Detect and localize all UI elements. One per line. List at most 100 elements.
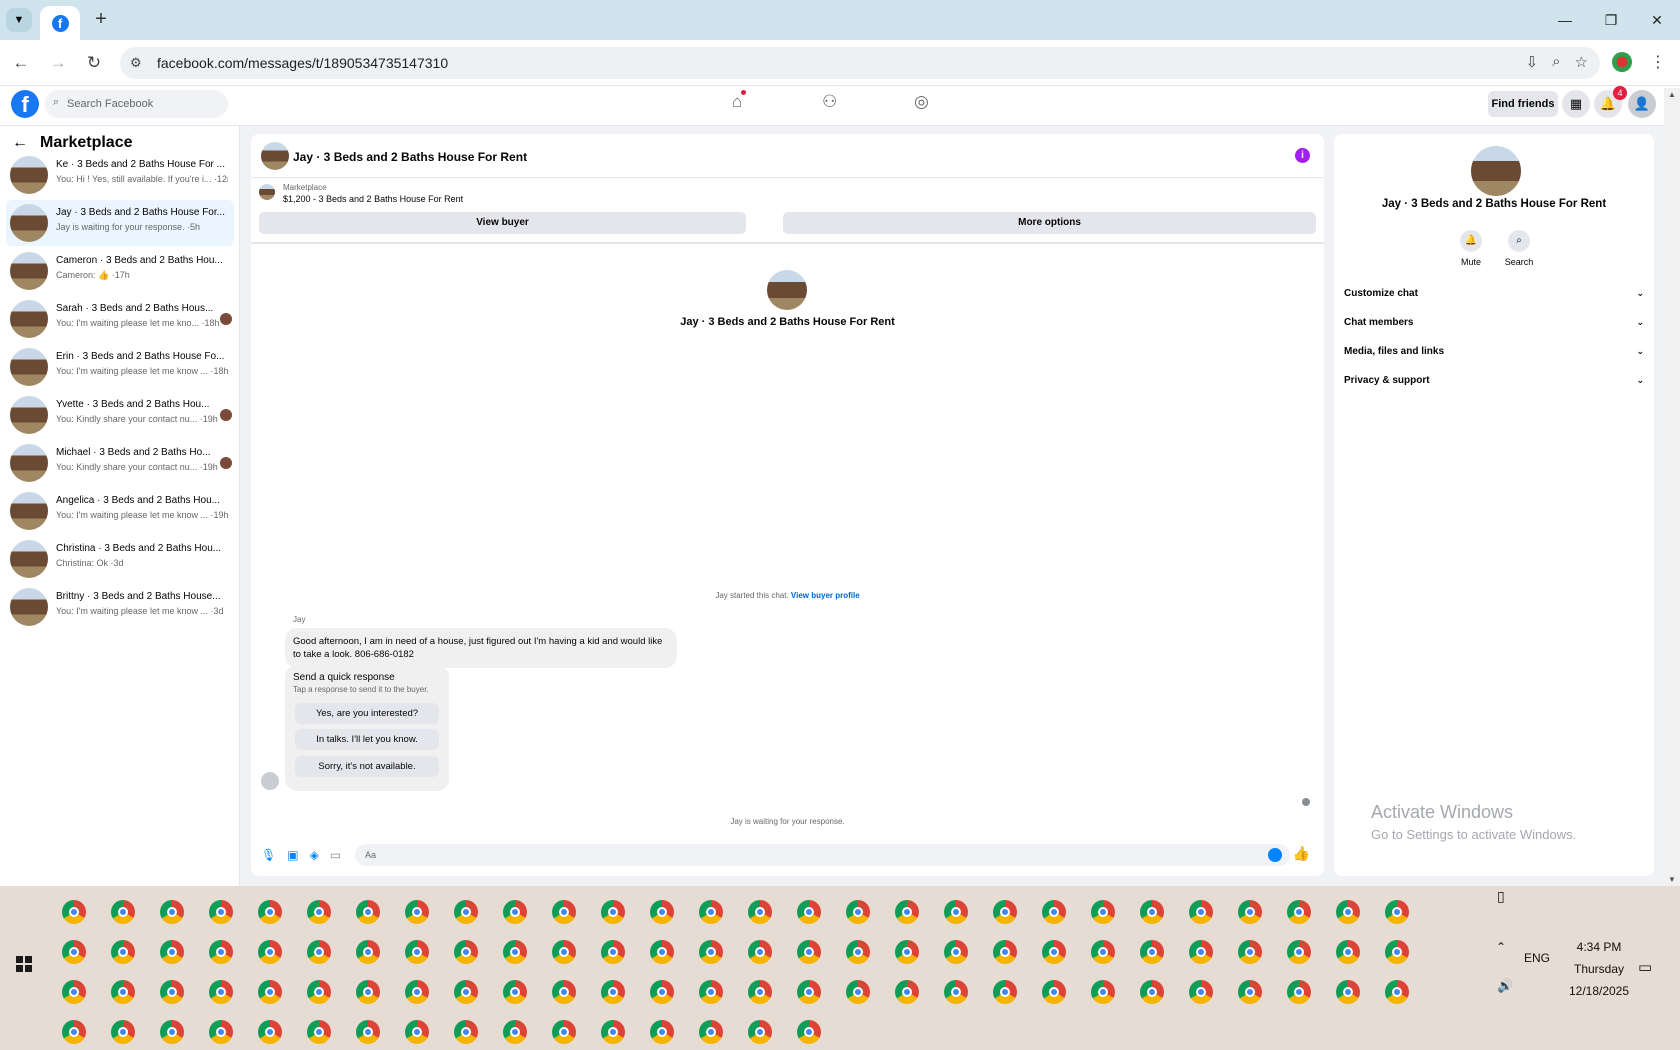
customize-chat-row[interactable]: Customize chat ⌄ — [1344, 288, 1644, 310]
view-buyer-profile-link[interactable]: View buyer profile — [791, 591, 860, 600]
conversation-item[interactable]: Brittny · 3 Beds and 2 Baths House... You… — [6, 584, 234, 630]
chrome-window-icon[interactable] — [993, 900, 1017, 924]
chrome-window-icon[interactable] — [993, 940, 1017, 964]
chrome-window-icon[interactable] — [748, 980, 772, 1004]
conversation-item[interactable]: Jay · 3 Beds and 2 Baths House For... Jay… — [6, 200, 234, 246]
chrome-window-icon[interactable] — [356, 900, 380, 924]
chrome-window-icon[interactable] — [748, 940, 772, 964]
chrome-window-icon[interactable] — [797, 940, 821, 964]
chrome-window-icon[interactable] — [258, 980, 282, 1004]
chrome-window-icon[interactable] — [356, 940, 380, 964]
chat-title[interactable]: Jay · 3 Beds and 2 Baths House For Rent — [293, 150, 527, 164]
clock-date[interactable]: 12/18/2025 — [1556, 984, 1642, 998]
chrome-window-icon[interactable] — [258, 1020, 282, 1044]
site-info-icon[interactable]: ⚙ — [130, 55, 142, 71]
back-button[interactable]: ← — [10, 52, 32, 74]
close-window-button[interactable]: ✕ — [1634, 0, 1680, 40]
chrome-window-icon[interactable] — [503, 940, 527, 964]
account-avatar[interactable]: 👤 — [1628, 90, 1656, 118]
chrome-window-icon[interactable] — [895, 900, 919, 924]
chrome-window-icon[interactable] — [160, 940, 184, 964]
reload-button[interactable]: ↻ — [83, 52, 105, 74]
forward-button[interactable]: → — [47, 52, 69, 74]
chrome-window-icon[interactable] — [748, 900, 772, 924]
chrome-window-icon[interactable] — [601, 940, 625, 964]
clock-time[interactable]: 4:34 PM — [1568, 940, 1630, 954]
chrome-window-icon[interactable] — [699, 900, 723, 924]
install-app-icon[interactable]: ⇩ — [1526, 53, 1539, 71]
chat-members-row[interactable]: Chat members ⌄ — [1344, 317, 1644, 339]
chrome-window-icon[interactable] — [797, 1020, 821, 1044]
chrome-window-icon[interactable] — [503, 980, 527, 1004]
chrome-window-icon[interactable] — [307, 900, 331, 924]
info-avatar[interactable] — [1471, 146, 1521, 196]
chrome-window-icon[interactable] — [111, 980, 135, 1004]
conversation-item[interactable]: Michael · 3 Beds and 2 Baths Ho... You: K… — [6, 440, 234, 486]
chrome-window-icon[interactable] — [1140, 940, 1164, 964]
groups-nav-icon[interactable]: ◎ — [914, 92, 929, 112]
chrome-window-icon[interactable] — [1042, 940, 1066, 964]
more-options-button[interactable]: More options — [783, 212, 1316, 234]
chrome-window-icon[interactable] — [1091, 980, 1115, 1004]
chrome-window-icon[interactable] — [1042, 980, 1066, 1004]
chrome-window-icon[interactable] — [1091, 940, 1115, 964]
chrome-window-icon[interactable] — [797, 980, 821, 1004]
view-buyer-button[interactable]: View buyer — [259, 212, 746, 234]
chrome-window-icon[interactable] — [160, 900, 184, 924]
chrome-window-icon[interactable] — [993, 980, 1017, 1004]
chrome-window-icon[interactable] — [111, 940, 135, 964]
tab-facebook[interactable]: f — [40, 6, 80, 40]
extension-icon[interactable] — [1612, 52, 1632, 72]
chrome-window-icon[interactable] — [1091, 900, 1115, 924]
up-chevron-icon[interactable]: ⌃ — [1496, 940, 1506, 954]
chrome-window-icon[interactable] — [552, 940, 576, 964]
search-in-chat-button[interactable]: ⌕ Search — [1494, 230, 1544, 267]
chrome-window-icon[interactable] — [1042, 900, 1066, 924]
bookmark-star-icon[interactable]: ☆ — [1575, 53, 1588, 71]
chrome-window-icon[interactable] — [944, 900, 968, 924]
chrome-window-icon[interactable] — [1238, 980, 1262, 1004]
chrome-window-icon[interactable] — [454, 1020, 478, 1044]
chrome-window-icon[interactable] — [160, 980, 184, 1004]
quick-response-in-talks[interactable]: In talks. I'll let you know. — [295, 729, 439, 750]
chat-avatar[interactable] — [261, 142, 289, 170]
chrome-window-icon[interactable] — [307, 980, 331, 1004]
chrome-window-icon[interactable] — [1189, 900, 1213, 924]
quick-response-not-available[interactable]: Sorry, it's not available. — [295, 756, 439, 777]
chrome-window-icon[interactable] — [1336, 980, 1360, 1004]
home-nav-icon[interactable]: ⌂ — [732, 90, 747, 112]
conversation-item[interactable]: Yvette · 3 Beds and 2 Baths Hou... You: K… — [6, 392, 234, 438]
conversation-item[interactable]: Erin · 3 Beds and 2 Baths House Fo... You… — [6, 344, 234, 390]
chrome-window-icon[interactable] — [62, 1020, 86, 1044]
chrome-window-icon[interactable] — [1385, 980, 1409, 1004]
chrome-window-icon[interactable] — [1238, 940, 1262, 964]
chrome-window-icon[interactable] — [650, 940, 674, 964]
chrome-window-icon[interactable] — [846, 900, 870, 924]
chrome-window-icon[interactable] — [1385, 940, 1409, 964]
conversation-item[interactable]: Christina · 3 Beds and 2 Baths Hou... Chr… — [6, 536, 234, 582]
quick-response-interested[interactable]: Yes, are you interested? — [295, 703, 439, 724]
chrome-window-icon[interactable] — [503, 1020, 527, 1044]
chrome-window-icon[interactable] — [699, 940, 723, 964]
chrome-window-icon[interactable] — [846, 980, 870, 1004]
page-scrollbar[interactable]: ▲ ▼ — [1664, 88, 1680, 886]
chrome-window-icon[interactable] — [650, 1020, 674, 1044]
chrome-window-icon[interactable] — [1287, 980, 1311, 1004]
chrome-window-icon[interactable] — [62, 900, 86, 924]
facebook-logo[interactable]: f — [11, 90, 39, 118]
chrome-window-icon[interactable] — [62, 980, 86, 1004]
chrome-window-icon[interactable] — [944, 940, 968, 964]
chrome-window-icon[interactable] — [454, 900, 478, 924]
microphone-icon[interactable]: 🎙 — [261, 848, 276, 862]
chrome-window-icon[interactable] — [797, 900, 821, 924]
photo-icon[interactable]: ▣ — [287, 848, 298, 862]
chrome-window-icon[interactable] — [1189, 940, 1213, 964]
chrome-window-icon[interactable] — [601, 980, 625, 1004]
chrome-window-icon[interactable] — [1385, 900, 1409, 924]
url-text[interactable]: facebook.com/messages/t/1890534735147310 — [157, 55, 448, 71]
sticker-icon[interactable]: ◈ — [310, 848, 319, 862]
chrome-window-icon[interactable] — [895, 980, 919, 1004]
chrome-window-icon[interactable] — [650, 900, 674, 924]
device-icon[interactable]: ▯ — [1497, 888, 1505, 905]
chrome-window-icon[interactable] — [111, 1020, 135, 1044]
